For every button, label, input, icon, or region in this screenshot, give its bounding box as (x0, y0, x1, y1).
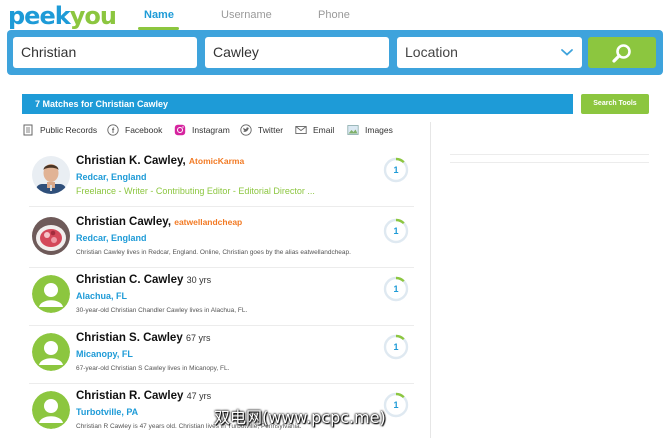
result-name[interactable]: Christian K. Cawley, AtomicKarma (76, 155, 244, 167)
chevron-down-icon (561, 49, 573, 56)
column-divider (430, 122, 431, 438)
side-panel-line (450, 154, 649, 155)
filter-label: Email (313, 125, 335, 135)
location-placeholder: Location (405, 44, 458, 60)
avatar[interactable] (32, 391, 70, 429)
person-name: Christian R. Cawley (76, 390, 184, 402)
filter-bar: Public Records f Facebook Instagram Twit… (22, 122, 422, 138)
filter-images[interactable]: Images (347, 122, 393, 138)
top-bar: peekyou Name Username Phone (0, 0, 670, 30)
profile-photo-icon (32, 156, 70, 194)
logo-you: you (69, 2, 117, 30)
score-value: 1 (393, 284, 399, 294)
result-name[interactable]: Christian C. Cawley 30 yrs (76, 274, 211, 286)
person-name: Christian C. Cawley (76, 274, 184, 286)
person-name: Christian S. Cawley (76, 332, 183, 344)
side-panel-line (450, 162, 649, 163)
image-icon (347, 125, 359, 135)
filter-label: Public Records (40, 125, 98, 135)
result-location[interactable]: Redcar, England (76, 172, 147, 182)
person-age: 47 yrs (186, 391, 212, 401)
filter-label: Images (365, 125, 393, 135)
avatar[interactable] (32, 217, 70, 255)
result-name[interactable]: Christian Cawley, eatwellandcheap (76, 216, 242, 228)
alias-link[interactable]: AtomicKarma (189, 156, 244, 166)
watermark: 双电网(www.pcpc.me) (214, 408, 386, 427)
search-icon (612, 44, 631, 63)
logo-peek: peek (8, 2, 71, 30)
matches-bar: 7 Matches for Christian Cawley (22, 94, 573, 114)
result-row[interactable]: Christian Cawley, eatwellandcheap Redcar… (29, 211, 414, 268)
person-name: Christian Cawley (76, 216, 168, 228)
score-value: 1 (393, 165, 399, 175)
result-description: 30-year-old Christian Chandler Cawley li… (76, 307, 248, 314)
avatar[interactable] (32, 275, 70, 313)
result-name[interactable]: Christian R. Cawley 47 yrs (76, 390, 211, 402)
score-value: 1 (393, 226, 399, 236)
filter-instagram[interactable]: Instagram (174, 122, 230, 138)
result-row[interactable]: Christian S. Cawley 67 yrs Micanopy, FL … (29, 327, 414, 384)
email-icon (295, 126, 307, 134)
instagram-icon (174, 124, 186, 136)
avatar[interactable] (32, 333, 70, 371)
document-icon (23, 124, 33, 136)
score-value: 1 (393, 342, 399, 352)
default-avatar-icon (32, 391, 70, 429)
last-name-input[interactable] (205, 37, 389, 68)
person-name: Christian K. Cawley (76, 155, 183, 167)
result-location[interactable]: Alachua, FL (76, 291, 127, 301)
result-location[interactable]: Redcar, England (76, 233, 147, 243)
filter-label: Twitter (258, 125, 284, 135)
filter-label: Facebook (125, 125, 163, 135)
food-photo-icon (32, 217, 70, 255)
person-age: 30 yrs (186, 275, 212, 285)
tab-phone[interactable]: Phone (318, 9, 350, 21)
filter-twitter[interactable]: Twitter (240, 122, 283, 138)
filter-email[interactable]: Email (295, 122, 334, 138)
tab-name[interactable]: Name (144, 9, 174, 21)
filter-facebook[interactable]: f Facebook (107, 122, 162, 138)
svg-text:f: f (112, 128, 115, 135)
default-avatar-icon (32, 275, 70, 313)
person-age: 67 yrs (185, 333, 211, 343)
result-row[interactable]: Christian K. Cawley, AtomicKarma Redcar,… (29, 150, 414, 207)
filter-label: Instagram (192, 125, 230, 135)
score-value: 1 (393, 400, 399, 410)
default-avatar-icon (32, 333, 70, 371)
alias-link[interactable]: eatwellandcheap (174, 217, 242, 227)
result-location[interactable]: Turbotville, PA (76, 407, 138, 417)
first-name-input[interactable] (13, 37, 197, 68)
peekyou-logo[interactable]: peekyou (8, 2, 117, 30)
location-select[interactable]: Location (397, 37, 582, 68)
tab-username[interactable]: Username (221, 9, 272, 21)
result-description: Freelance - Writer - Contributing Editor… (76, 186, 315, 196)
search-bar: Location (7, 30, 663, 75)
result-row[interactable]: Christian C. Cawley 30 yrs Alachua, FL 3… (29, 269, 414, 326)
result-description: Christian Cawley lives in Redcar, Englan… (76, 249, 351, 256)
search-tools-button[interactable]: Search Tools (581, 94, 649, 114)
result-name[interactable]: Christian S. Cawley 67 yrs (76, 332, 210, 344)
result-description: 67-year-old Christian S Cawley lives in … (76, 365, 230, 372)
avatar[interactable] (32, 156, 70, 194)
search-button[interactable] (588, 37, 656, 68)
twitter-icon (240, 124, 252, 136)
facebook-icon: f (107, 124, 119, 136)
filter-public-records[interactable]: Public Records (22, 122, 97, 138)
result-location[interactable]: Micanopy, FL (76, 349, 133, 359)
